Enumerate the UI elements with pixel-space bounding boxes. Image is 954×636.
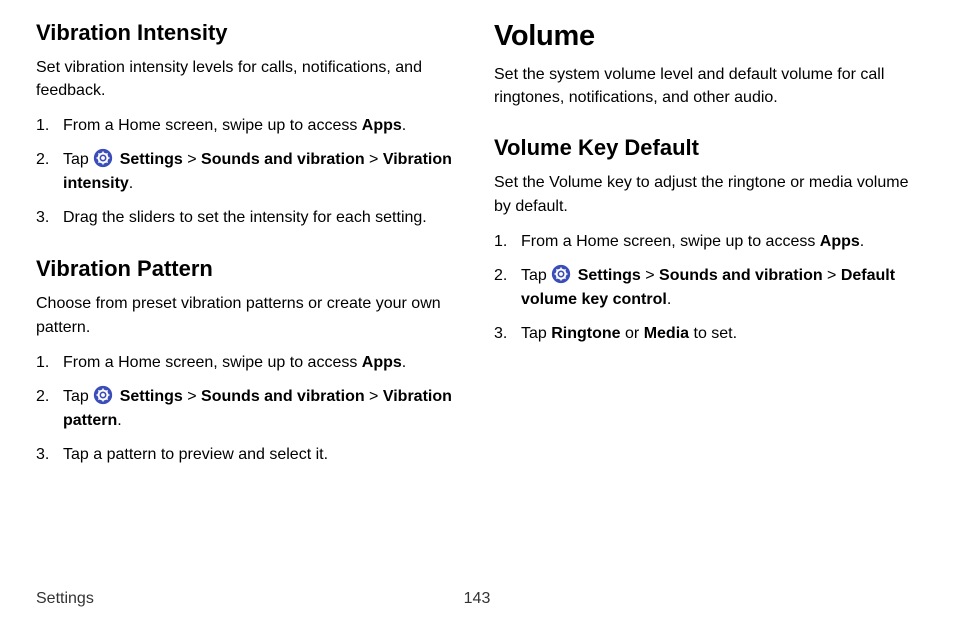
sounds-vibration-bold: Sounds and vibration — [201, 151, 365, 168]
step-item: From a Home screen, swipe up to access A… — [494, 230, 918, 254]
step-item: Tap Settings > Sounds and vibration > Vi… — [36, 385, 460, 433]
vibration-intensity-desc: Set vibration intensity levels for calls… — [36, 56, 460, 102]
settings-bold: Settings — [115, 151, 183, 168]
ringtone-bold: Ringtone — [551, 325, 620, 342]
step-text: to set. — [689, 325, 737, 342]
step-text: > — [183, 151, 201, 168]
step-text: Tap — [521, 325, 551, 342]
step-item: Tap a pattern to preview and select it. — [36, 443, 460, 467]
volume-section: Volume Set the system volume level and d… — [494, 20, 918, 109]
apps-bold: Apps — [362, 117, 402, 134]
step-text: > — [365, 151, 383, 168]
media-bold: Media — [644, 325, 689, 342]
page-footer: Settings 143 — [36, 590, 918, 608]
right-column: Volume Set the system volume level and d… — [494, 20, 918, 493]
step-text: > — [641, 267, 659, 284]
volume-key-default-section: Volume Key Default Set the Volume key to… — [494, 135, 918, 345]
volume-heading: Volume — [494, 20, 918, 53]
footer-page-number: 143 — [464, 590, 491, 608]
step-text: . — [117, 412, 121, 429]
settings-icon — [551, 264, 571, 284]
step-text: . — [129, 175, 133, 192]
left-column: Vibration Intensity Set vibration intens… — [36, 20, 460, 493]
apps-bold: Apps — [362, 354, 402, 371]
settings-icon — [93, 148, 113, 168]
vibration-intensity-steps: From a Home screen, swipe up to access A… — [36, 114, 460, 230]
step-text: > — [365, 388, 383, 405]
volume-key-default-steps: From a Home screen, swipe up to access A… — [494, 230, 918, 346]
step-text: . — [667, 291, 671, 308]
step-text: > — [183, 388, 201, 405]
step-text: Tap — [63, 388, 93, 405]
step-text: . — [860, 233, 864, 250]
step-text: > — [823, 267, 841, 284]
step-text: Tap — [521, 267, 551, 284]
step-item: Tap Settings > Sounds and vibration > De… — [494, 264, 918, 312]
step-text: . — [402, 117, 406, 134]
step-item: Tap Settings > Sounds and vibration > Vi… — [36, 148, 460, 196]
vibration-pattern-steps: From a Home screen, swipe up to access A… — [36, 351, 460, 467]
step-text: Tap a pattern to preview and select it. — [63, 446, 328, 463]
step-text: From a Home screen, swipe up to access — [63, 354, 362, 371]
sounds-vibration-bold: Sounds and vibration — [201, 388, 365, 405]
step-text: From a Home screen, swipe up to access — [63, 117, 362, 134]
volume-key-default-desc: Set the Volume key to adjust the rington… — [494, 171, 918, 217]
vibration-pattern-section: Vibration Pattern Choose from preset vib… — [36, 256, 460, 466]
vibration-pattern-heading: Vibration Pattern — [36, 256, 460, 282]
step-text: or — [621, 325, 644, 342]
sounds-vibration-bold: Sounds and vibration — [659, 267, 823, 284]
step-item: From a Home screen, swipe up to access A… — [36, 114, 460, 138]
step-item: Drag the sliders to set the intensity fo… — [36, 206, 460, 230]
step-item: From a Home screen, swipe up to access A… — [36, 351, 460, 375]
apps-bold: Apps — [820, 233, 860, 250]
page-columns: Vibration Intensity Set vibration intens… — [36, 20, 918, 493]
settings-icon — [93, 385, 113, 405]
volume-key-default-heading: Volume Key Default — [494, 135, 918, 161]
step-item: Tap Ringtone or Media to set. — [494, 322, 918, 346]
step-text: Drag the sliders to set the intensity fo… — [63, 209, 427, 226]
vibration-intensity-heading: Vibration Intensity — [36, 20, 460, 46]
volume-desc: Set the system volume level and default … — [494, 63, 918, 109]
step-text: Tap — [63, 151, 93, 168]
footer-section-label: Settings — [36, 590, 94, 608]
vibration-intensity-section: Vibration Intensity Set vibration intens… — [36, 20, 460, 230]
step-text: . — [402, 354, 406, 371]
vibration-pattern-desc: Choose from preset vibration patterns or… — [36, 292, 460, 338]
settings-bold: Settings — [115, 388, 183, 405]
settings-bold: Settings — [573, 267, 641, 284]
step-text: From a Home screen, swipe up to access — [521, 233, 820, 250]
